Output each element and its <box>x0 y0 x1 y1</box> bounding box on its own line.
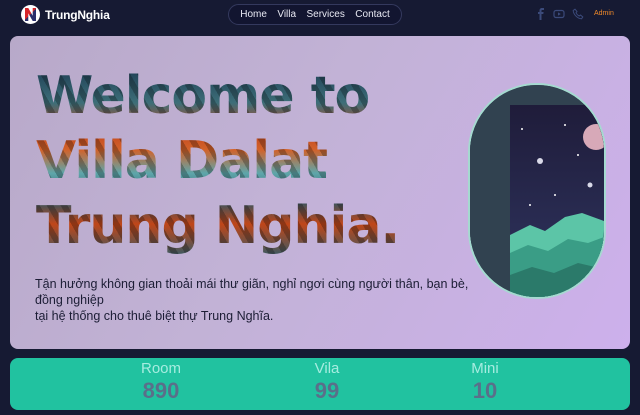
phone-icon[interactable] <box>572 8 584 20</box>
nav-home[interactable]: Home <box>240 9 267 20</box>
hero-title-line-2: Villa Dalat <box>36 131 328 191</box>
hero-banner: Welcome to Villa Dalat Trung Nghia. Tận … <box>10 36 630 349</box>
stat-vila: Vila 99 <box>267 360 387 404</box>
top-navbar: TrungNghia Home Villa Services Contact A… <box>0 0 640 30</box>
main-nav: Home Villa Services Contact <box>228 4 402 25</box>
night-landscape-image <box>470 85 604 297</box>
stats-bar: Room 890 Vila 99 Mini 10 <box>10 358 630 410</box>
hero-title-line-1: Welcome to <box>36 66 370 126</box>
brand-logo[interactable]: TrungNghia <box>21 5 110 24</box>
hero-description-line-1: Tận hưởng không gian thoải mái thư giãn,… <box>35 277 469 307</box>
stat-value: 10 <box>472 378 498 403</box>
logo-icon <box>21 5 40 24</box>
hero-title-line-3: Trung Nghia. <box>36 196 400 256</box>
stat-label: Room <box>140 360 181 377</box>
hero-description: Tận hưởng không gian thoải mái thư giãn,… <box>35 276 475 324</box>
stat-label: Mini <box>471 360 499 377</box>
nav-villa[interactable]: Villa <box>277 9 296 20</box>
hero-title: Welcome to Villa Dalat Trung Nghia. <box>36 64 456 259</box>
brand-name: TrungNghia <box>45 7 110 22</box>
stat-room: Room 890 <box>101 360 221 404</box>
nav-services[interactable]: Services <box>307 9 345 20</box>
nav-contact[interactable]: Contact <box>355 9 389 20</box>
window-illustration <box>468 83 606 299</box>
hero-description-line-2: tại hệ thống cho thuê biệt thự Trung Ngh… <box>35 309 274 323</box>
admin-link[interactable]: Admin <box>594 10 614 17</box>
stat-value: 99 <box>314 378 340 403</box>
youtube-icon[interactable] <box>553 8 565 20</box>
facebook-icon[interactable] <box>535 8 547 20</box>
stat-label: Vila <box>314 360 340 377</box>
stat-value: 890 <box>142 378 180 403</box>
stat-mini: Mini 10 <box>425 360 545 404</box>
